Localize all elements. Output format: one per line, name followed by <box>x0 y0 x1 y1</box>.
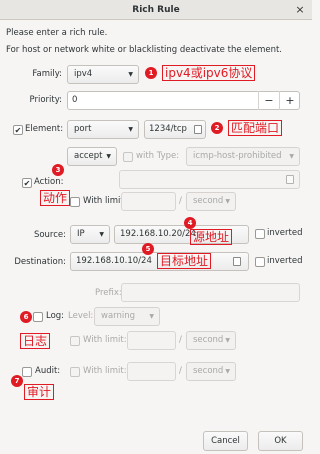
action-limit-unit-dropdown[interactable]: second ▼ <box>186 192 236 211</box>
chevron-down-icon: ▼ <box>225 337 230 344</box>
element-checkbox[interactable]: ✔ <box>13 125 23 135</box>
chevron-down-icon: ▼ <box>225 368 230 375</box>
audit-limit-unit-dropdown[interactable]: second ▼ <box>186 362 236 381</box>
action-type-value: accept <box>74 151 103 161</box>
prefix-input[interactable] <box>121 283 300 302</box>
action-annotation: 动作 <box>40 190 71 206</box>
with-type-value: icmp-host-prohibited <box>193 151 282 161</box>
audit-checkbox[interactable] <box>22 367 32 377</box>
log-limit-input[interactable] <box>127 331 176 350</box>
action-label: Action: <box>34 177 64 187</box>
family-dropdown[interactable]: ipv4 ▼ <box>67 65 139 84</box>
source-annotation: 源地址 <box>190 229 233 245</box>
with-type-checkbox[interactable] <box>123 152 133 162</box>
audit-annotation: 审计 <box>24 384 55 400</box>
action-type-dropdown[interactable]: accept ▼ <box>67 147 117 166</box>
action-limit-unit: second <box>193 196 224 206</box>
edit-icon <box>233 257 241 266</box>
family-value: ipv4 <box>74 69 93 79</box>
audit-limit-slash: / <box>179 366 182 376</box>
log-label: Log: <box>46 311 65 321</box>
audit-limit-input[interactable] <box>127 362 176 381</box>
element-label: Element: <box>25 124 64 134</box>
annotation-badge-4: 4 <box>184 217 196 229</box>
audit-limit-unit: second <box>193 366 224 376</box>
action-value-input[interactable] <box>119 170 300 189</box>
element-value: 1234/tcp <box>149 124 187 134</box>
annotation-badge-6: 6 <box>20 311 32 323</box>
log-limit-slash: / <box>179 335 182 345</box>
destination-inverted-checkbox[interactable] <box>255 257 265 267</box>
chevron-down-icon: ▼ <box>128 71 133 78</box>
action-limit-slash: / <box>179 196 182 206</box>
edit-icon <box>286 175 294 184</box>
intro-line-2: For host or network white or blacklistin… <box>6 45 283 55</box>
with-type-dropdown[interactable]: icmp-host-prohibited ▼ <box>186 147 300 166</box>
level-dropdown[interactable]: warning ▼ <box>94 307 160 326</box>
audit-limit-label: With limit: <box>83 366 127 376</box>
level-label: Level: <box>68 311 94 321</box>
source-address: 192.168.10.20/24 <box>120 229 196 239</box>
edit-icon <box>194 125 202 134</box>
priority-value: 0 <box>72 95 78 105</box>
family-label: Family: <box>32 69 62 79</box>
action-checkbox[interactable]: ✔ <box>22 178 32 188</box>
annotation-badge-5: 5 <box>142 243 154 255</box>
element-type-dropdown[interactable]: port ▼ <box>67 120 139 139</box>
cancel-button[interactable]: Cancel <box>203 431 248 451</box>
action-limit-checkbox[interactable] <box>70 197 80 207</box>
source-type-value: IP <box>77 229 85 239</box>
log-limit-label: With limit: <box>83 335 127 345</box>
annotation-badge-7: 7 <box>11 375 23 387</box>
priority-decrement-button[interactable]: − <box>258 91 279 110</box>
prefix-label: Prefix: <box>95 288 122 298</box>
log-limit-checkbox[interactable] <box>70 336 80 346</box>
log-checkbox[interactable] <box>33 312 43 322</box>
annotation-badge-1: 1 <box>145 67 157 79</box>
source-inverted-label: inverted <box>267 228 303 238</box>
element-value-button[interactable]: 1234/tcp <box>144 120 206 139</box>
chevron-down-icon: ▼ <box>99 231 104 238</box>
intro-line-1: Please enter a rich rule. <box>6 28 108 38</box>
ok-button[interactable]: OK <box>258 431 303 451</box>
priority-label: Priority: <box>29 95 63 105</box>
chevron-down-icon: ▼ <box>149 313 154 320</box>
log-annotation: 日志 <box>20 333 51 349</box>
destination-inverted-label: inverted <box>267 256 303 266</box>
log-limit-unit: second <box>193 335 224 345</box>
annotation-badge-2: 2 <box>211 122 223 134</box>
with-type-label: with Type: <box>136 151 180 161</box>
close-icon[interactable]: × <box>291 0 309 20</box>
destination-label: Destination: <box>14 257 66 267</box>
element-type-value: port <box>74 124 92 134</box>
source-label: Source: <box>33 230 66 240</box>
destination-annotation: 目标地址 <box>157 253 212 269</box>
annotation-badge-3: 3 <box>52 164 64 176</box>
chevron-down-icon: ▼ <box>106 153 111 160</box>
destination-address: 192.168.10.10/24 <box>76 256 152 266</box>
audit-limit-checkbox[interactable] <box>70 367 80 377</box>
source-inverted-checkbox[interactable] <box>255 229 265 239</box>
source-type-dropdown[interactable]: IP ▼ <box>70 225 110 244</box>
chevron-down-icon: ▼ <box>128 126 133 133</box>
level-value: warning <box>101 311 136 321</box>
window-title: Rich Rule <box>132 5 180 15</box>
audit-label: Audit: <box>35 366 61 376</box>
family-annotation: ipv4或ipv6协议 <box>162 65 256 81</box>
priority-increment-button[interactable]: + <box>279 91 300 110</box>
log-limit-unit-dropdown[interactable]: second ▼ <box>186 331 236 350</box>
element-annotation: 匹配端口 <box>228 120 283 136</box>
chevron-down-icon: ▼ <box>225 198 230 205</box>
chevron-down-icon: ▼ <box>289 153 294 160</box>
action-limit-input[interactable] <box>121 192 176 211</box>
